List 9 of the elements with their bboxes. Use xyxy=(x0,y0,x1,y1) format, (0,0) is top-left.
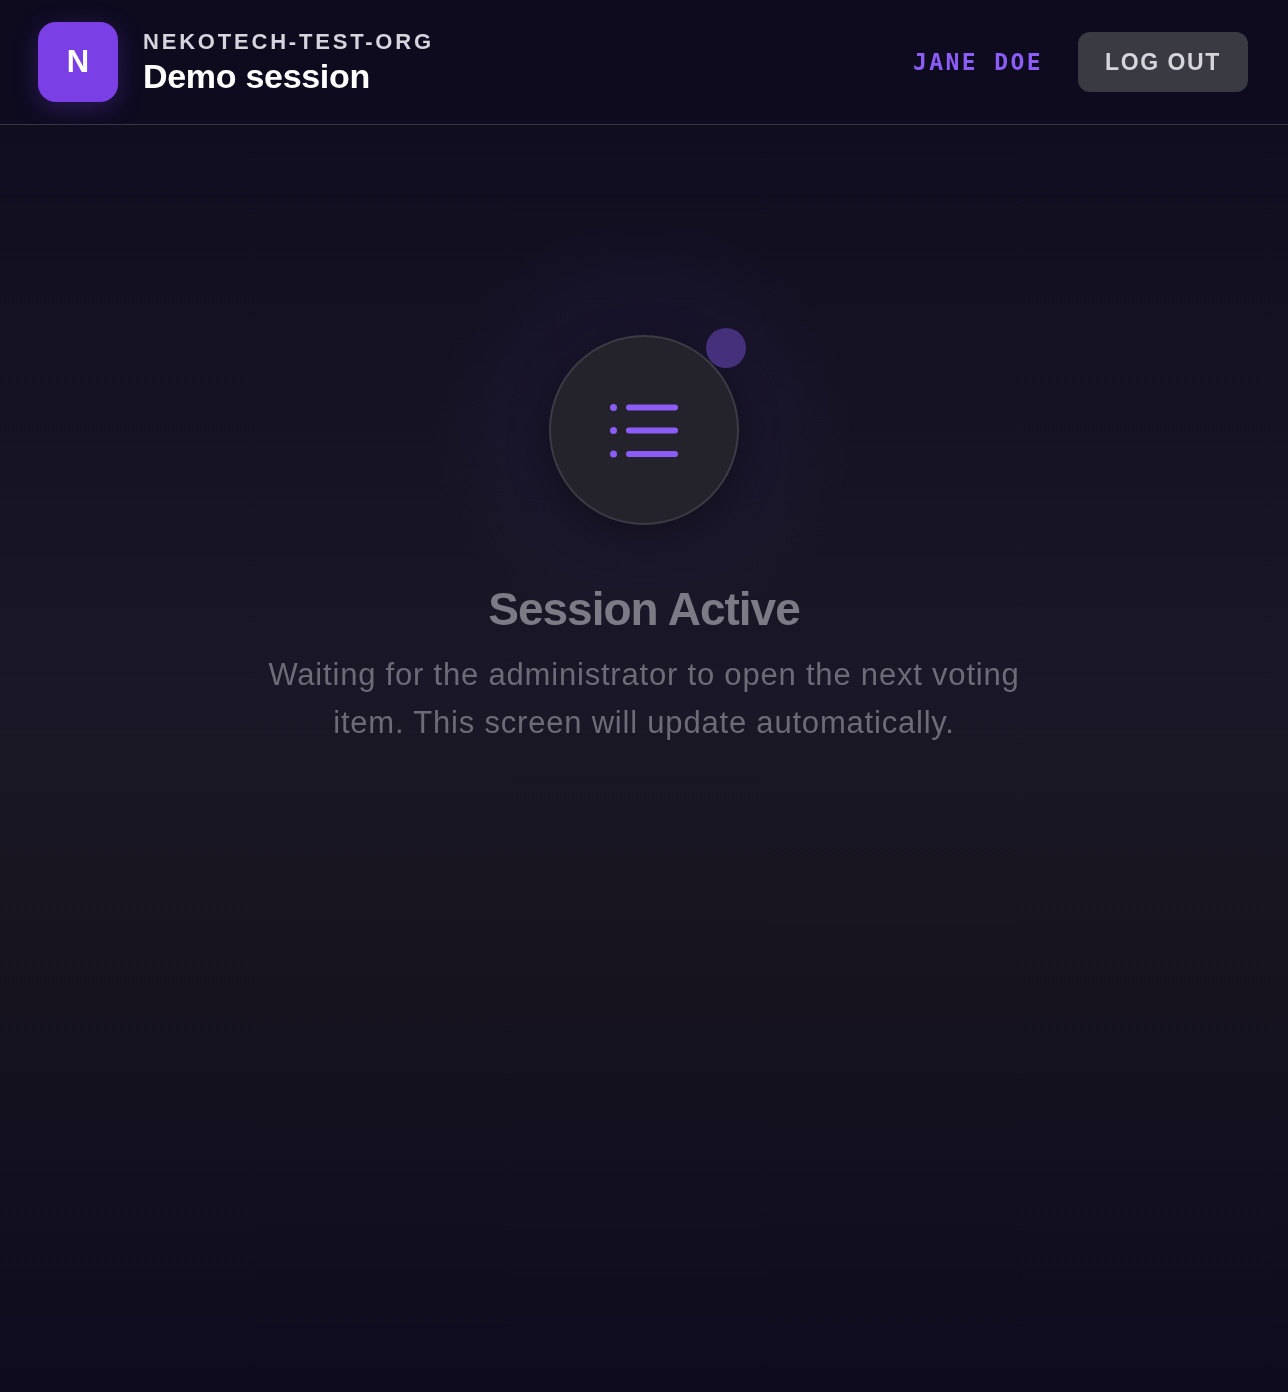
session-title: Demo session xyxy=(143,57,371,95)
logout-button[interactable]: LOG OUT xyxy=(1078,32,1248,92)
dot-icon xyxy=(706,328,746,368)
status-message: Waiting for the administrator to open the next voting item. This screen will update automatically. xyxy=(267,656,1021,742)
logo-tile: N xyxy=(38,22,118,102)
status-title: Session Active xyxy=(488,582,800,637)
org-name: NEKOTECH-TEST-ORG xyxy=(143,29,434,55)
user-name: JANE DOE xyxy=(913,49,1043,75)
list-icon xyxy=(609,402,679,458)
